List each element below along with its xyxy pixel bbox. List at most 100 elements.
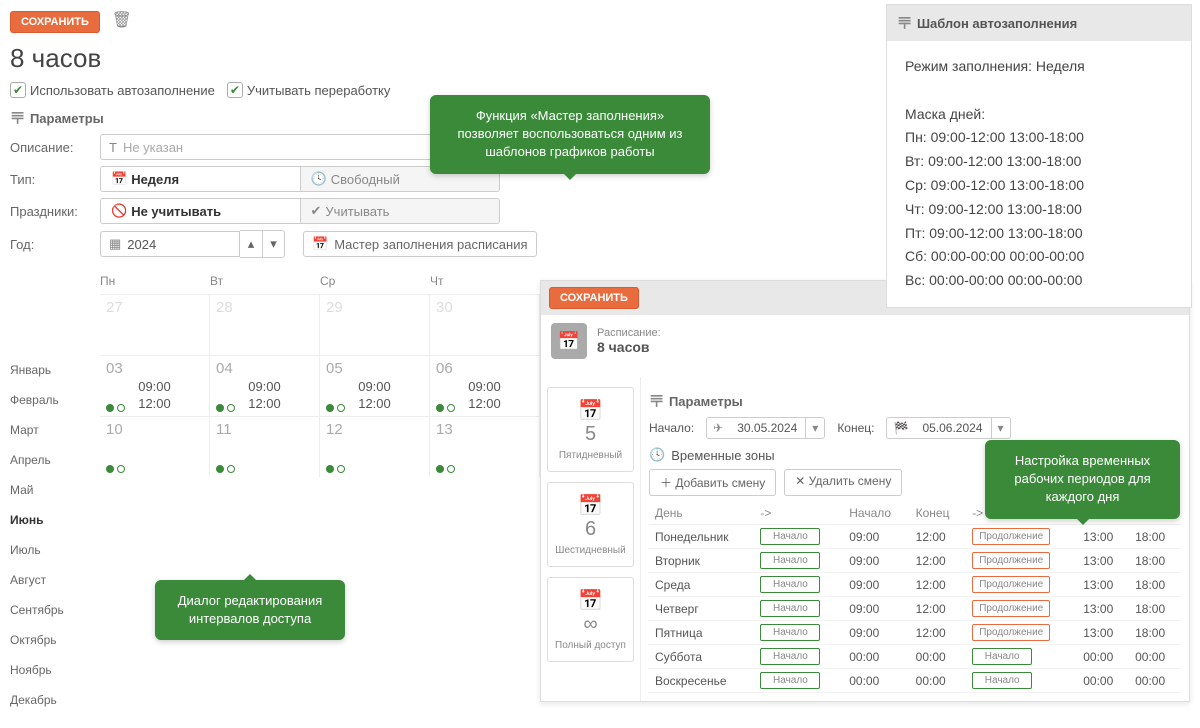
month-item[interactable]: Апрель <box>10 445 90 475</box>
calendar-cell[interactable]: 13 <box>430 417 540 477</box>
t2-end[interactable]: 18:00 <box>1129 597 1181 621</box>
month-item[interactable]: Май <box>10 475 90 505</box>
type-option-week[interactable]: 📅 Неделя <box>101 167 300 191</box>
month-item[interactable]: Июнь <box>10 505 90 535</box>
holidays-option-ignore[interactable]: 🚫 Не учитывать <box>101 199 300 223</box>
mask-line: Пт: 09:00-12:00 13:00-18:00 <box>905 222 1173 246</box>
continue-tag[interactable]: Продолжение <box>972 600 1050 617</box>
t2-start[interactable]: 13:00 <box>1077 549 1129 573</box>
holidays-option-account[interactable]: ✔ Учитывать <box>300 199 500 223</box>
calendar-cell[interactable]: 10 <box>100 417 210 477</box>
t1-start[interactable]: 09:00 <box>843 525 909 549</box>
t2-start[interactable]: 00:00 <box>1077 669 1129 693</box>
calendar-cell[interactable]: 29 <box>320 295 430 355</box>
t1-end[interactable]: 12:00 <box>910 525 967 549</box>
continue-tag[interactable]: Продолжение <box>972 624 1050 641</box>
add-shift-button[interactable]: ＋ Добавить смену <box>649 469 776 496</box>
wizard-button[interactable]: 📅 Мастер заполнения расписания <box>303 231 537 257</box>
calendar-cell[interactable]: 12 <box>320 417 430 477</box>
autofill-mask-label: Маска дней: <box>905 103 1173 127</box>
start-date-input[interactable]: ✈ 30.05.2024 ▾ <box>706 417 825 439</box>
t2-start[interactable]: 13:00 <box>1077 573 1129 597</box>
t2-end[interactable]: 00:00 <box>1129 645 1181 669</box>
preset-option[interactable]: 📅6Шестидневный <box>547 482 634 567</box>
start-tag[interactable]: Начало <box>760 624 820 641</box>
t1-start[interactable]: 09:00 <box>843 573 909 597</box>
day-row: СубботаНачало00:0000:00Начало00:0000:00 <box>649 645 1181 669</box>
calendar-cell[interactable]: 28 <box>210 295 320 355</box>
start-tag[interactable]: Начало <box>972 648 1032 665</box>
checkmark-icon: ✔ <box>311 203 322 219</box>
t1-end[interactable]: 12:00 <box>910 549 967 573</box>
callout-wizard: Функция «Мастер заполнения» позволяет во… <box>430 95 710 174</box>
calendar-cell[interactable]: 11 <box>210 417 320 477</box>
t2-start[interactable]: 13:00 <box>1077 597 1129 621</box>
year-up-button[interactable]: ▴ <box>240 231 262 257</box>
month-item[interactable]: Август <box>10 565 90 595</box>
t1-end[interactable]: 12:00 <box>910 573 967 597</box>
autofill-mode: Режим заполнения: Неделя <box>905 55 1173 79</box>
month-item[interactable]: Март <box>10 415 90 445</box>
t1-end[interactable]: 00:00 <box>910 645 967 669</box>
t2-end[interactable]: 18:00 <box>1129 525 1181 549</box>
start-tag[interactable]: Начало <box>972 672 1032 689</box>
start-tag[interactable]: Начало <box>760 648 820 665</box>
t1-end[interactable]: 00:00 <box>910 669 967 693</box>
month-item[interactable]: Июль <box>10 535 90 565</box>
months-list: ЯнварьФевральМартАпрельМайИюньИюльАвгуст… <box>10 355 90 715</box>
t1-start[interactable]: 09:00 <box>843 549 909 573</box>
holidays-label: Праздники: <box>10 204 90 219</box>
continue-tag[interactable]: Продолжение <box>972 552 1050 569</box>
t2-start[interactable]: 00:00 <box>1077 645 1129 669</box>
delete-icon[interactable]: 🗑 <box>112 12 132 29</box>
calendar-cell[interactable]: 30 <box>430 295 540 355</box>
day-row: ПонедельникНачало09:0012:00Продолжение13… <box>649 525 1181 549</box>
calendar-cell[interactable]: 0409:0012:00 <box>210 356 320 416</box>
schedule-editor: СОХРАНИТЬ 🗑 8 часов ✔ Использовать автоз… <box>10 10 540 477</box>
flag-icon: 🏁 <box>887 421 914 435</box>
month-item[interactable]: Октябрь <box>10 625 90 655</box>
t2-end[interactable]: 00:00 <box>1129 669 1181 693</box>
t2-end[interactable]: 18:00 <box>1129 549 1181 573</box>
calendar-cell[interactable]: 0309:0012:00 <box>100 356 210 416</box>
t2-end[interactable]: 18:00 <box>1129 573 1181 597</box>
preset-option[interactable]: 📅∞Полный доступ <box>547 577 634 662</box>
end-label: Конец: <box>837 421 874 435</box>
t1-end[interactable]: 12:00 <box>910 621 967 645</box>
year-down-button[interactable]: ▾ <box>262 231 284 257</box>
start-tag[interactable]: Начало <box>760 576 820 593</box>
calendar-cell[interactable]: 0509:0012:00 <box>320 356 430 416</box>
t1-start[interactable]: 09:00 <box>843 621 909 645</box>
chevron-down-icon[interactable]: ▾ <box>991 418 1010 438</box>
t2-end[interactable]: 18:00 <box>1129 621 1181 645</box>
chevron-down-icon[interactable]: ▾ <box>805 418 824 438</box>
month-item[interactable]: Февраль <box>10 385 90 415</box>
year-input[interactable]: ▦ 2024 <box>100 231 240 257</box>
dow-label: Вт <box>210 274 320 294</box>
use-autofill-checkbox[interactable]: ✔ Использовать автозаполнение <box>10 82 215 98</box>
wizard-save-button[interactable]: СОХРАНИТЬ <box>549 287 639 309</box>
delete-shift-button[interactable]: ✕ Удалить смену <box>784 469 902 496</box>
t1-start[interactable]: 00:00 <box>843 669 909 693</box>
holidays-toggle: 🚫 Не учитывать ✔ Учитывать <box>100 198 500 224</box>
calendar-cell[interactable]: 0609:0012:00 <box>430 356 540 416</box>
month-item[interactable]: Декабрь <box>10 685 90 715</box>
continue-tag[interactable]: Продолжение <box>972 528 1050 545</box>
start-tag[interactable]: Начало <box>760 528 820 545</box>
start-tag[interactable]: Начало <box>760 600 820 617</box>
end-date-input[interactable]: 🏁 05.06.2024 ▾ <box>886 417 1010 439</box>
save-button[interactable]: СОХРАНИТЬ <box>10 11 100 33</box>
t1-start[interactable]: 09:00 <box>843 597 909 621</box>
t1-start[interactable]: 00:00 <box>843 645 909 669</box>
month-item[interactable]: Сентябрь <box>10 595 90 625</box>
t1-end[interactable]: 12:00 <box>910 597 967 621</box>
continue-tag[interactable]: Продолжение <box>972 576 1050 593</box>
t2-start[interactable]: 13:00 <box>1077 621 1129 645</box>
month-item[interactable]: Январь <box>10 355 90 385</box>
start-tag[interactable]: Начало <box>760 672 820 689</box>
calendar-cell[interactable]: 27 <box>100 295 210 355</box>
preset-option[interactable]: 📅5Пятидневный <box>547 387 634 472</box>
start-tag[interactable]: Начало <box>760 552 820 569</box>
month-item[interactable]: Ноябрь <box>10 655 90 685</box>
account-overtime-checkbox[interactable]: ✔ Учитывать переработку <box>227 82 391 98</box>
